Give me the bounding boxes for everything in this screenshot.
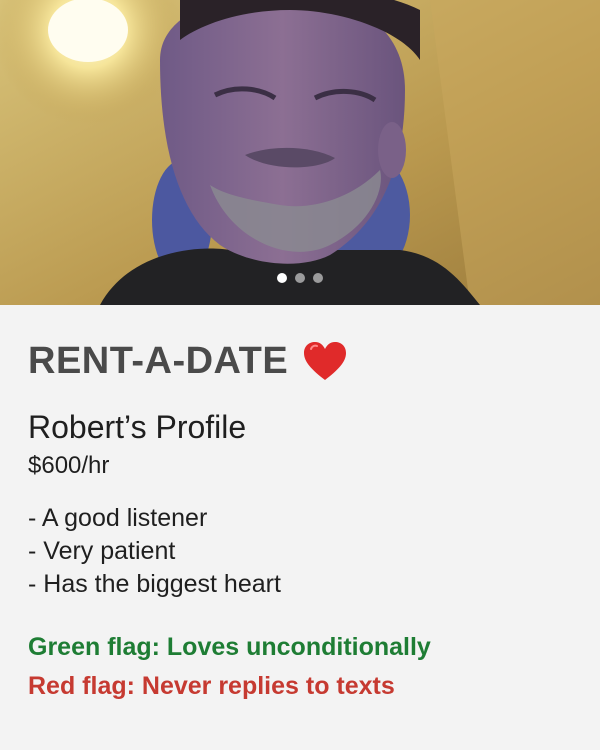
brand-header: RENT-A-DATE [28, 333, 572, 389]
trait-item: - Very patient [28, 537, 176, 565]
heart-icon [304, 342, 347, 380]
hourly-rate: $600/hr [28, 452, 110, 479]
trait-item: - A good listener [28, 504, 208, 532]
carousel-dot-3[interactable] [313, 273, 323, 283]
profile-name: Robert’s Profile [28, 409, 247, 445]
profile-photo-illustration [0, 0, 600, 305]
green-flag-text: Green flag: Loves unconditionally [28, 633, 431, 661]
red-flag-text: Red flag: Never replies to texts [28, 672, 395, 700]
trait-item: - Has the biggest heart [28, 570, 281, 598]
brand-title: RENT-A-DATE [28, 339, 289, 382]
carousel-dot-1[interactable] [277, 273, 287, 283]
trait-list: - A good listener - Very patient - Has t… [28, 502, 572, 601]
carousel-indicator[interactable] [0, 273, 600, 283]
carousel-dot-2[interactable] [295, 273, 305, 283]
profile-card: RENT-A-DATE Robert’s Profile $600/hr - A… [0, 333, 600, 701]
profile-photo[interactable] [0, 0, 600, 305]
